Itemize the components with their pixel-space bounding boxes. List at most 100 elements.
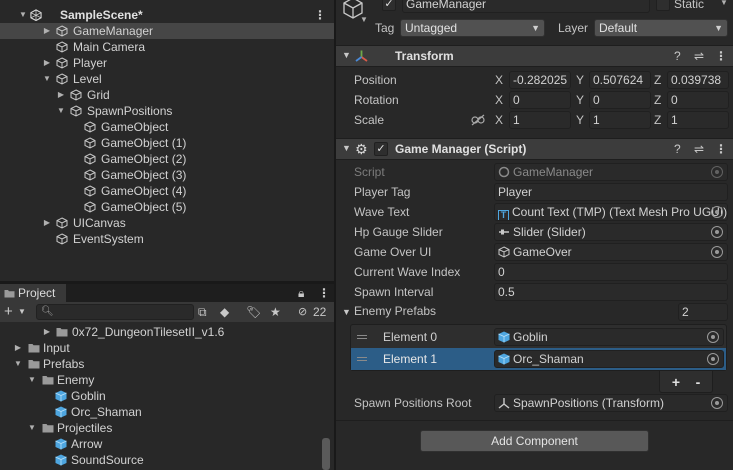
help-icon[interactable]: ?	[674, 142, 681, 156]
project-item-enemy[interactable]: ▼ Enemy	[0, 372, 322, 388]
static-toggle[interactable]	[656, 0, 670, 11]
transform-header[interactable]: ▼ Transform ? ⇌ ⋮	[336, 45, 733, 67]
element-0-field[interactable]: Goblin	[494, 328, 724, 346]
spawn-interval-field[interactable]: 0.5	[494, 283, 728, 301]
current-wave-field[interactable]: 0	[494, 263, 728, 281]
collapse-arrow-icon[interactable]: ▼	[13, 356, 23, 372]
rotation-y-field[interactable]: 0	[589, 91, 651, 109]
position-x-field[interactable]: -0.282025	[509, 71, 571, 89]
hierarchy-item-grid[interactable]: ▶ Grid	[0, 87, 334, 103]
drag-handle-icon[interactable]	[357, 357, 367, 361]
layer-dropdown[interactable]: Default ▼	[594, 19, 728, 37]
project-scrollbar[interactable]	[322, 438, 330, 470]
axis-x-label[interactable]: X	[495, 91, 503, 109]
game-over-field[interactable]: GameOver	[494, 243, 728, 261]
active-toggle[interactable]: ✓	[382, 0, 396, 11]
presets-icon[interactable]: ⇌	[694, 142, 704, 156]
expand-arrow-icon[interactable]: ▶	[42, 55, 52, 71]
wave-text-field[interactable]: T Count Text (TMP) (Text Mesh Pro UGUI)	[494, 203, 728, 221]
scale-x-field[interactable]: 1	[509, 111, 571, 129]
axis-y-label[interactable]: Y	[576, 91, 584, 109]
presets-icon[interactable]: ⇌	[694, 49, 704, 63]
axis-x-label[interactable]: X	[495, 111, 503, 129]
expand-arrow-icon[interactable]: ▶	[56, 87, 66, 103]
filter-by-type-icon[interactable]: ◆	[220, 304, 229, 320]
list-item[interactable]: Element 0 Goblin	[351, 326, 726, 348]
component-enabled-toggle[interactable]: ✓	[374, 142, 388, 156]
hierarchy-item-uicanvas[interactable]: ▶ UICanvas	[0, 215, 334, 231]
scene-row[interactable]: ▼ SampleScene* ⋮	[0, 7, 334, 23]
hierarchy-item-level[interactable]: ▼ Level	[0, 71, 334, 87]
expand-arrow-icon[interactable]: ▶	[13, 340, 23, 356]
project-item-input[interactable]: ▶ Input	[0, 340, 322, 356]
tag-dropdown[interactable]: Untagged ▼	[400, 19, 545, 37]
axis-x-label[interactable]: X	[495, 71, 503, 89]
axis-y-label[interactable]: Y	[576, 71, 584, 89]
tab-project[interactable]: Project	[0, 284, 66, 302]
chevron-down-icon[interactable]: ▼	[720, 0, 728, 7]
project-item-goblin[interactable]: Goblin	[0, 388, 322, 404]
hierarchy-item-eventsystem[interactable]: EventSystem	[0, 231, 334, 247]
project-item-projectiles[interactable]: ▼ Projectiles	[0, 420, 322, 436]
position-y-field[interactable]: 0.507624	[589, 71, 651, 89]
remove-element-button[interactable]: -	[687, 374, 709, 390]
axis-z-label[interactable]: Z	[654, 111, 661, 129]
search-scope-icon[interactable]: ⧉	[198, 304, 207, 320]
expand-arrow-icon[interactable]: ▶	[42, 23, 52, 39]
object-picker-icon[interactable]	[707, 353, 719, 365]
object-picker-icon[interactable]	[707, 331, 719, 343]
constrain-proportions-icon[interactable]	[471, 114, 485, 126]
favorites-icon[interactable]: ★	[270, 304, 281, 320]
add-element-button[interactable]: +	[665, 374, 687, 390]
chevron-down-icon[interactable]: ▼	[18, 304, 26, 320]
object-picker-icon[interactable]	[711, 206, 723, 218]
axis-y-label[interactable]: Y	[576, 111, 584, 129]
collapse-arrow-icon[interactable]: ▼	[342, 143, 351, 153]
position-z-field[interactable]: 0.039738	[667, 71, 729, 89]
hierarchy-item-gameobject-3[interactable]: GameObject (3)	[0, 167, 334, 183]
element-1-field[interactable]: Orc_Shaman	[494, 350, 724, 368]
add-asset-button[interactable]: +	[4, 304, 13, 319]
collapse-arrow-icon[interactable]: ▼	[27, 372, 37, 388]
rotation-z-field[interactable]: 0	[667, 91, 729, 109]
collapse-arrow-icon[interactable]: ▼	[27, 420, 37, 436]
drag-handle-icon[interactable]	[357, 335, 367, 339]
collapse-arrow-icon[interactable]: ▼	[56, 103, 66, 119]
hierarchy-item-main-camera[interactable]: Main Camera	[0, 39, 334, 55]
hierarchy-item-player[interactable]: ▶ Player	[0, 55, 334, 71]
collapse-arrow-icon[interactable]: ▼	[342, 306, 351, 318]
hierarchy-item-gameobject[interactable]: GameObject	[0, 119, 334, 135]
panel-menu-icon[interactable]: ⋮	[318, 285, 330, 301]
project-item-orc-shaman[interactable]: Orc_Shaman	[0, 404, 322, 420]
object-picker-icon[interactable]	[711, 246, 723, 258]
expand-arrow-icon[interactable]: ▶	[42, 215, 52, 231]
scene-menu-icon[interactable]: ⋮	[314, 7, 326, 23]
project-item-dungeon-tileset[interactable]: ▶ 0x72_DungeonTilesetII_v1.6	[0, 324, 322, 340]
help-icon[interactable]: ?	[674, 49, 681, 63]
scale-y-field[interactable]: 1	[589, 111, 651, 129]
spawn-root-field[interactable]: SpawnPositions (Transform)	[494, 394, 728, 412]
player-tag-field[interactable]: Player	[494, 183, 728, 201]
component-menu-icon[interactable]: ⋮	[715, 142, 727, 156]
object-picker-icon[interactable]	[711, 397, 723, 409]
gamemanager-script-header[interactable]: ▼ ⚙ ✓ Game Manager (Script) ? ⇌ ⋮	[336, 138, 733, 160]
axis-z-label[interactable]: Z	[654, 71, 661, 89]
component-menu-icon[interactable]: ⋮	[715, 49, 727, 63]
axis-z-label[interactable]: Z	[654, 91, 661, 109]
project-item-prefabs[interactable]: ▼ Prefabs	[0, 356, 322, 372]
project-item-soundsource[interactable]: SoundSource	[0, 452, 322, 468]
collapse-arrow-icon[interactable]: ▼	[42, 71, 52, 87]
enemy-prefabs-size-field[interactable]: 2	[678, 303, 728, 321]
search-input[interactable]: 🔍︎	[36, 304, 194, 320]
hierarchy-item-gameobject-4[interactable]: GameObject (4)	[0, 183, 334, 199]
rotation-x-field[interactable]: 0	[509, 91, 571, 109]
hidden-packages-icon[interactable]: ⊘	[298, 304, 307, 320]
project-item-arrow[interactable]: Arrow	[0, 436, 322, 452]
collapse-arrow-icon[interactable]: ▼	[342, 50, 351, 60]
object-picker-icon[interactable]	[711, 226, 723, 238]
filter-by-label-icon[interactable]: 🏷︎	[246, 304, 261, 320]
add-component-button[interactable]: Add Component	[420, 430, 649, 452]
hierarchy-item-gamemanager[interactable]: ▶ GameManager	[0, 23, 334, 39]
scale-z-field[interactable]: 1	[667, 111, 729, 129]
chevron-down-icon[interactable]: ▼	[360, 15, 368, 24]
